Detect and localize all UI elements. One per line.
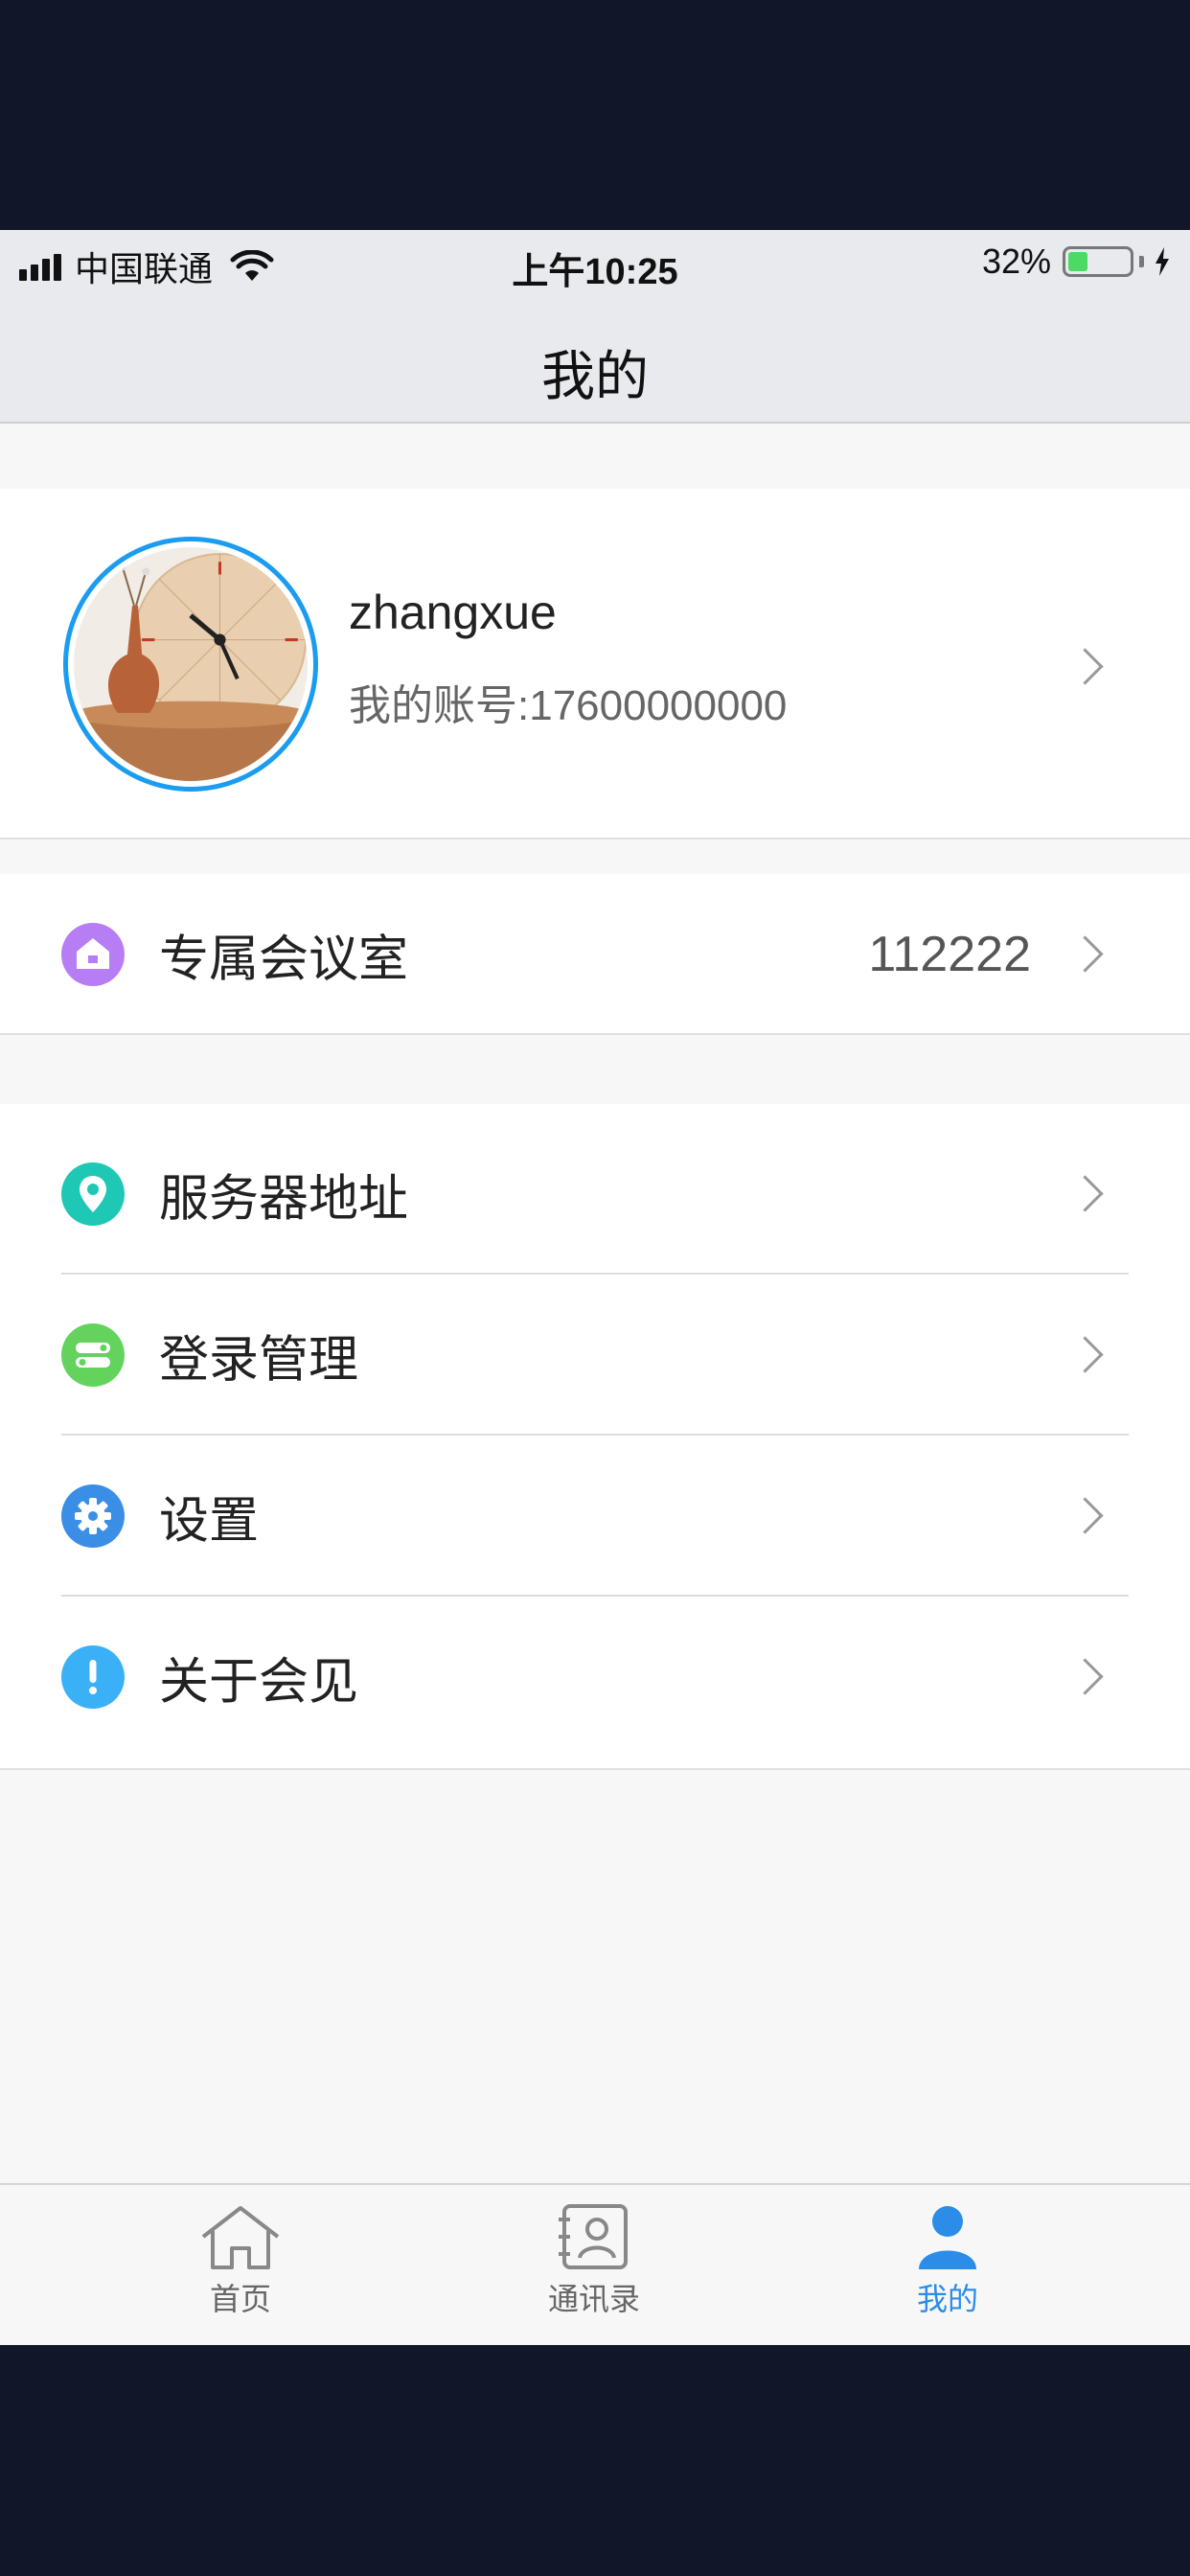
- tab-bar: 首页 通讯录 我的: [0, 2183, 1190, 2345]
- menu-item-label: 服务器地址: [159, 1171, 409, 1228]
- menu-item-about[interactable]: 关于会见: [0, 1597, 1190, 1758]
- meeting-room-section: 专属会议室 112222: [0, 874, 1190, 1035]
- menu-list: 服务器地址 登录管理 设置 关于会见: [0, 1104, 1190, 1770]
- home-icon: [201, 2206, 280, 2269]
- person-icon: [919, 2206, 976, 2269]
- location-pin-icon: [61, 1162, 125, 1226]
- menu-item-login-management[interactable]: 登录管理: [0, 1275, 1190, 1436]
- chevron-right-icon: [1066, 935, 1104, 973]
- chevron-right-icon: [1066, 1497, 1104, 1534]
- username: zhangxue: [349, 586, 557, 639]
- avatar[interactable]: [63, 537, 318, 792]
- battery-icon: [1063, 246, 1133, 277]
- info-icon: [61, 1645, 125, 1709]
- contacts-icon: [559, 2204, 628, 2269]
- profile-card[interactable]: zhangxue 我的账号:17600000000: [0, 489, 1190, 840]
- tab-label: 我的: [916, 2282, 978, 2316]
- tab-label: 首页: [209, 2282, 271, 2316]
- meeting-room-label: 专属会议室: [159, 932, 409, 988]
- page-title: 我的: [541, 346, 649, 406]
- tab-home[interactable]: 首页: [145, 2202, 336, 2319]
- charging-bolt-icon: [1156, 247, 1169, 276]
- status-right: 32%: [982, 242, 1171, 282]
- menu-item-label: 关于会见: [159, 1654, 359, 1711]
- account-number: 我的账号:17600000000: [349, 682, 788, 729]
- avatar-image: [74, 547, 308, 781]
- house-icon: [61, 923, 125, 986]
- tab-label: 通讯录: [547, 2282, 640, 2316]
- nav-bar: 我的: [0, 297, 1190, 424]
- menu-item-label: 登录管理: [159, 1332, 359, 1389]
- chevron-right-icon: [1066, 1336, 1104, 1373]
- gear-icon: [61, 1484, 125, 1548]
- phone-screen: 中国联通 上午10:25 32% 我的 zhangxue 我的账号:176000…: [0, 230, 1190, 2345]
- tab-mine[interactable]: 我的: [852, 2202, 1043, 2319]
- chevron-right-icon: [1066, 648, 1104, 685]
- battery-fill: [1068, 252, 1087, 271]
- status-bar: 中国联通 上午10:25 32%: [0, 230, 1190, 297]
- chevron-right-icon: [1066, 1175, 1104, 1212]
- toggle-icon: [61, 1323, 125, 1387]
- chevron-right-icon: [1066, 1658, 1104, 1695]
- menu-item-server-address[interactable]: 服务器地址: [0, 1114, 1190, 1275]
- clock-vase-photo: [74, 547, 308, 781]
- battery-cap: [1139, 256, 1144, 267]
- menu-item-label: 设置: [159, 1493, 260, 1550]
- meeting-room-number: 112222: [868, 927, 1031, 982]
- menu-item-settings[interactable]: 设置: [0, 1436, 1190, 1597]
- battery-percent: 32%: [981, 242, 1051, 281]
- meeting-room-row[interactable]: 专属会议室 112222: [0, 874, 1190, 1035]
- tab-contacts[interactable]: 通讯录: [498, 2202, 690, 2319]
